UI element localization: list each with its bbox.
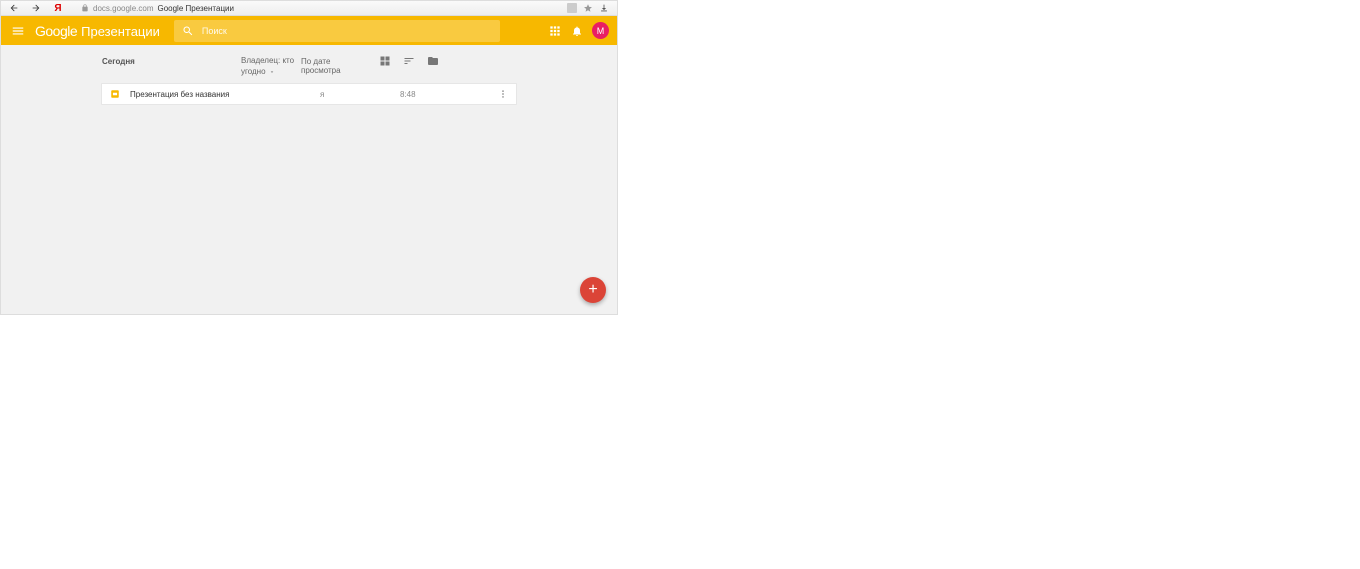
search-box[interactable]	[174, 20, 500, 42]
list-controls: Сегодня Владелец: кто угодно По дате про…	[1, 45, 617, 77]
slides-file-icon	[110, 89, 120, 99]
owner-filter-line1: Владелец: кто	[241, 55, 294, 66]
grid-view-icon[interactable]	[379, 55, 391, 67]
file-name: Презентация без названия	[130, 90, 310, 99]
owner-filter-line2: угодно	[241, 66, 266, 77]
search-icon	[182, 25, 194, 37]
google-apps-icon[interactable]	[548, 24, 562, 38]
search-input[interactable]	[202, 26, 492, 36]
file-owner: я	[320, 90, 390, 99]
new-presentation-fab[interactable]: +	[580, 277, 606, 303]
slides-app: Google Презентации М Сегодня Владелец: к…	[1, 16, 617, 314]
app-logo[interactable]: Google Презентации	[35, 23, 160, 39]
url-domain: docs.google.com	[93, 4, 153, 13]
sort-options-icon[interactable]	[403, 55, 415, 67]
browser-right-controls	[567, 3, 611, 13]
lock-icon	[81, 4, 89, 12]
notifications-icon[interactable]	[570, 24, 584, 38]
plus-icon: +	[588, 281, 597, 299]
url-title: Google Презентации	[157, 4, 233, 13]
file-list: Презентация без названия я 8:48	[1, 77, 617, 105]
file-time: 8:48	[400, 90, 488, 99]
sort-label[interactable]: По дате просмотра	[301, 53, 371, 75]
google-logo-text: Google	[35, 23, 77, 39]
product-name: Презентации	[81, 24, 160, 39]
browser-window: Я docs.google.com Google Презентации Goo…	[0, 0, 618, 315]
address-bar[interactable]: docs.google.com Google Презентации	[73, 4, 559, 13]
avatar[interactable]: М	[592, 22, 609, 39]
section-heading: Сегодня	[1, 53, 241, 66]
bookmark-star-icon[interactable]	[583, 3, 593, 13]
folder-icon[interactable]	[427, 55, 439, 67]
extension-icon[interactable]	[567, 3, 577, 13]
app-header: Google Презентации М	[1, 16, 617, 45]
forward-button[interactable]	[29, 1, 43, 15]
file-row[interactable]: Презентация без названия я 8:48	[101, 83, 517, 105]
owner-filter[interactable]: Владелец: кто угодно	[241, 53, 301, 77]
download-icon[interactable]	[599, 3, 609, 13]
browser-toolbar: Я docs.google.com Google Презентации	[1, 1, 617, 16]
main-menu-button[interactable]	[9, 22, 27, 40]
back-button[interactable]	[7, 1, 21, 15]
more-options-icon[interactable]	[498, 89, 508, 99]
yandex-logo-icon[interactable]: Я	[51, 1, 65, 15]
view-controls	[371, 53, 439, 67]
chevron-down-icon	[269, 69, 275, 75]
